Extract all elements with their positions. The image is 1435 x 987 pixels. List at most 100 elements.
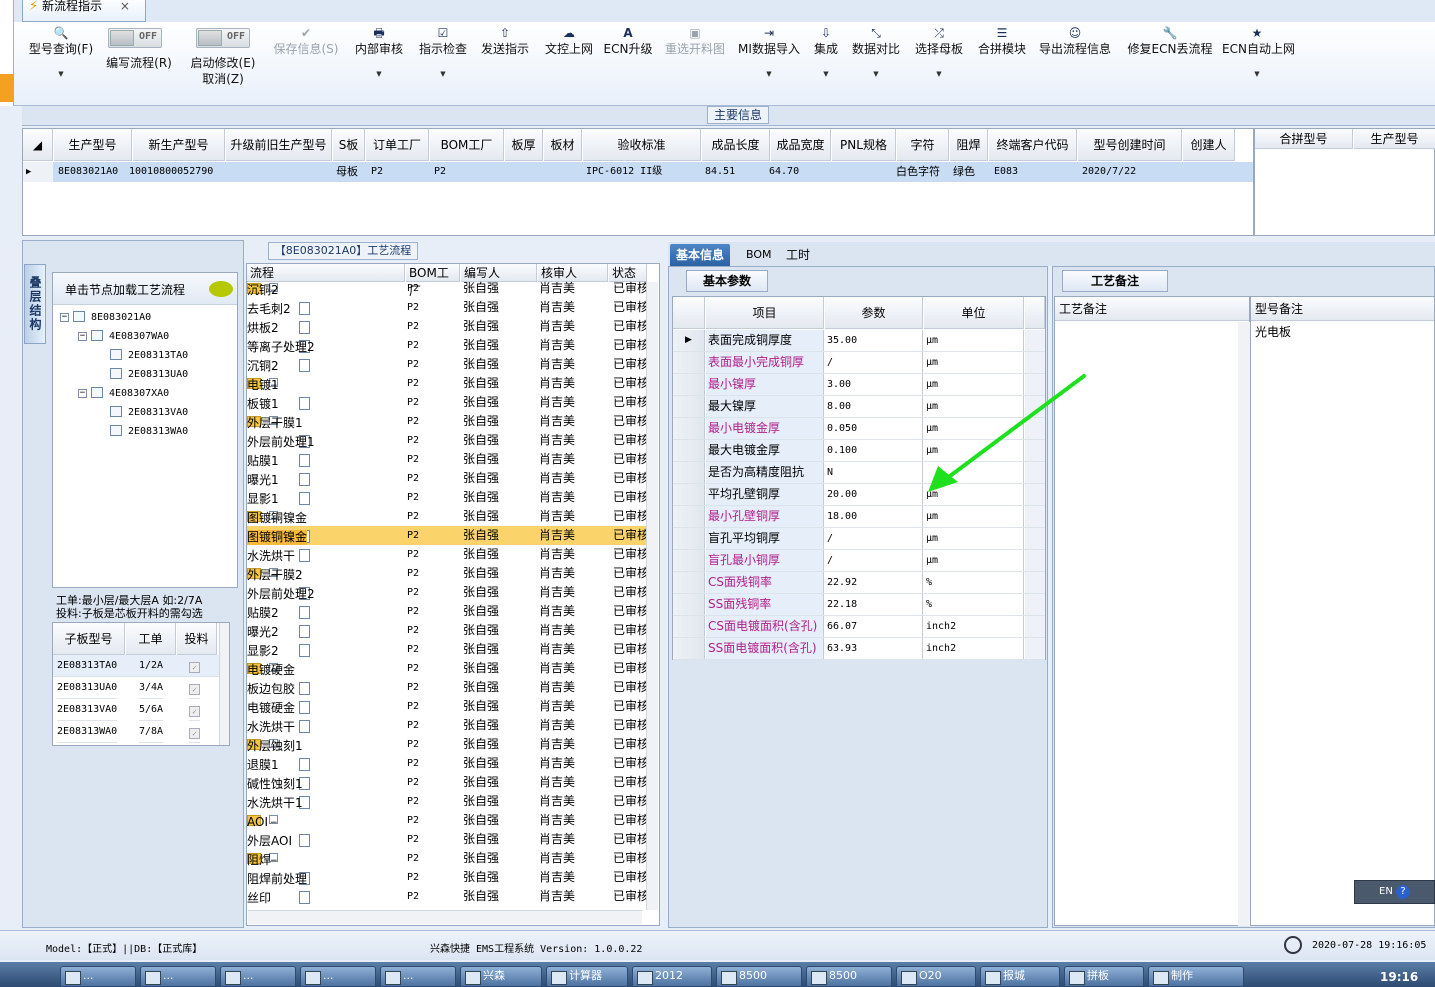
- param-row[interactable]: SS面电镀面积(含孔) 63.93 inch2: [673, 638, 1045, 660]
- chevron-down-icon[interactable]: ▼: [810, 70, 842, 78]
- param-row[interactable]: 盲孔平均铜厚 / μm: [673, 528, 1045, 550]
- process-row[interactable]: 贴膜2 P2 张自强 肖吉美 已审核: [247, 602, 649, 621]
- chevron-down-icon[interactable]: ▼: [736, 70, 802, 78]
- process-row[interactable]: 水洗烘干 P2 张自强 肖吉美 已审核: [247, 716, 649, 735]
- col-header[interactable]: 投料: [177, 623, 217, 655]
- table-cell[interactable]: 3/4A: [139, 677, 164, 699]
- col-header[interactable]: 板材: [544, 129, 582, 161]
- process-row[interactable]: 烘板2 P2 张自强 肖吉美 已审核: [247, 317, 649, 336]
- checkbox[interactable]: ✓: [189, 721, 200, 743]
- reselect-cutting-button[interactable]: ▣ 重选开料图: [662, 22, 728, 106]
- process-row[interactable]: 水洗烘干1 P2 张自强 肖吉美 已审核: [247, 792, 649, 811]
- tree-node[interactable]: 2E08313TA0: [110, 349, 188, 362]
- row-selector[interactable]: ▶: [673, 330, 705, 351]
- col-header[interactable]: 终端客户代码: [989, 129, 1077, 161]
- process-row[interactable]: − 图镀铜镍金 P2 张自强 肖吉美 已审核: [247, 507, 649, 526]
- chevron-down-icon[interactable]: ▼: [850, 70, 902, 78]
- select-mother-board-button[interactable]: ⤮ 选择母板 ▼: [912, 22, 966, 106]
- row-selector[interactable]: [673, 352, 705, 373]
- table-cell[interactable]: 2E08313WA0: [57, 721, 118, 743]
- stackup-vertical-tab[interactable]: 叠层结构: [24, 264, 46, 344]
- row-selector[interactable]: [673, 418, 705, 439]
- process-row[interactable]: − 沉铜2 P2 张自强 肖吉美 已审核: [247, 279, 649, 298]
- row-selector[interactable]: [673, 550, 705, 571]
- param-row[interactable]: SS面残铜率 22.18%: [673, 594, 1045, 616]
- taskbar-button[interactable]: 拼板: [1064, 966, 1144, 987]
- ecn-auto-online-button[interactable]: ★ ECN自动上网 ▼: [1222, 22, 1295, 106]
- col-header[interactable]: 成品宽度: [771, 129, 831, 161]
- notes-scrollbar[interactable]: [1238, 322, 1250, 926]
- col-header[interactable]: 升级前旧生产型号: [226, 129, 332, 161]
- table-cell[interactable]: 母板: [333, 162, 365, 182]
- data-compare-button[interactable]: ⤡ 数据对比 ▼: [850, 22, 902, 106]
- col-header[interactable]: 阻焊: [950, 129, 988, 161]
- mi-data-import-button[interactable]: ⇥ MI数据导入 ▼: [736, 22, 802, 106]
- col-header[interactable]: 单位: [924, 297, 1024, 329]
- process-row[interactable]: − AOI P2 张自强 肖吉美 已审核: [247, 811, 649, 830]
- row-selector[interactable]: [673, 462, 705, 483]
- process-row[interactable]: 阻焊前处理 P2 张自强 肖吉美 已审核: [247, 868, 649, 887]
- process-row[interactable]: − 外层蚀刻1 P2 张自强 肖吉美 已审核: [247, 735, 649, 754]
- checkbox[interactable]: ✓: [189, 677, 200, 699]
- table-cell[interactable]: 绿色: [950, 162, 988, 182]
- row-selector[interactable]: [673, 616, 705, 637]
- process-row[interactable]: 贴膜1 P2 张自强 肖吉美 已审核: [247, 450, 649, 469]
- col-header[interactable]: 生产型号: [54, 129, 132, 161]
- integrate-button[interactable]: ⇩ 集成 ▼: [810, 22, 842, 106]
- export-flow-info-button[interactable]: ☺ 导出流程信息: [1036, 22, 1114, 106]
- process-hscrollbar[interactable]: [248, 910, 642, 924]
- table-cell[interactable]: 5/6A: [139, 699, 164, 721]
- table-cell[interactable]: 8E083021A0: [55, 162, 133, 182]
- repair-ecn-flow-button[interactable]: 🔧 修复ECN丢流程: [1126, 22, 1214, 106]
- param-row[interactable]: CS面电镀面积(含孔) 66.07 inch2: [673, 616, 1045, 638]
- chevron-down-icon[interactable]: ▼: [1222, 70, 1292, 78]
- row-selector[interactable]: [673, 638, 705, 659]
- language-bar[interactable]: EN ?: [1354, 880, 1435, 904]
- taskbar-button[interactable]: ...: [300, 966, 376, 987]
- chevron-down-icon[interactable]: ▼: [912, 70, 966, 78]
- param-row[interactable]: CS面残铜率 22.92%: [673, 572, 1045, 594]
- process-row[interactable]: − 外层干膜2 P2 张自强 肖吉美 已审核: [247, 564, 649, 583]
- col-header[interactable]: 合拼型号: [1255, 129, 1353, 149]
- col-header[interactable]: 新生产型号: [133, 129, 225, 161]
- process-scrollbar[interactable]: [646, 282, 658, 910]
- process-row[interactable]: 退膜1 P2 张自强 肖吉美 已审核: [247, 754, 649, 773]
- merge-module-button[interactable]: ☰ 合拼模块: [976, 22, 1028, 106]
- row-selector[interactable]: [673, 594, 705, 615]
- taskbar-button[interactable]: 8500: [716, 966, 802, 987]
- taskbar-button[interactable]: ...: [220, 966, 296, 987]
- col-header[interactable]: BOM工厂: [430, 129, 504, 161]
- taskbar-button[interactable]: 计算器: [546, 966, 628, 987]
- tab-bom[interactable]: BOM: [740, 244, 778, 266]
- tree-node[interactable]: 2E08313WA0: [110, 425, 188, 438]
- instruction-check-button[interactable]: ☑ 指示检查 ▼: [414, 22, 472, 106]
- process-row[interactable]: 电镀硬金 P2 张自强 肖吉美 已审核: [247, 697, 649, 716]
- start-modify-switch[interactable]: OFF: [196, 28, 250, 48]
- process-row[interactable]: 等离子处理2 P2 张自强 肖吉美 已审核: [247, 336, 649, 355]
- taskbar-button[interactable]: O20: [896, 966, 976, 987]
- table-cell[interactable]: P2: [431, 162, 501, 182]
- row-selector[interactable]: [673, 484, 705, 505]
- table-cell[interactable]: 2E08313UA0: [57, 677, 118, 699]
- taskbar-button[interactable]: 报城: [980, 966, 1060, 987]
- tree-node[interactable]: 2E08313UA0: [110, 368, 188, 381]
- tree-node[interactable]: −4E08307WA0: [78, 330, 169, 343]
- row-selector[interactable]: [673, 572, 705, 593]
- model-notes-box[interactable]: 型号备注 光电板: [1250, 296, 1435, 926]
- col-header[interactable]: 字符: [897, 129, 949, 161]
- param-row[interactable]: 盲孔最小铜厚 / μm: [673, 550, 1045, 572]
- taskbar-button[interactable]: 兴森: [460, 966, 542, 987]
- table-cell[interactable]: 2020/7/22: [1079, 162, 1179, 182]
- table-cell[interactable]: 7/8A: [139, 721, 164, 743]
- edit-flow-toggle[interactable]: OFF 编写流程(R): [102, 22, 176, 106]
- taskbar-button[interactable]: 2012: [632, 966, 712, 987]
- model-query-button[interactable]: 🔍 型号查询(F) ▼: [26, 22, 96, 106]
- process-row[interactable]: 图镀铜镍金 P2 张自强 肖吉美 已审核: [247, 526, 649, 545]
- table-cell[interactable]: 84.51: [702, 162, 770, 182]
- col-header[interactable]: 订单工厂: [366, 129, 429, 161]
- row-selector[interactable]: [673, 440, 705, 461]
- process-notes-tab[interactable]: 工艺备注: [1062, 270, 1168, 292]
- chevron-down-icon[interactable]: ▼: [414, 70, 472, 78]
- edit-flow-switch[interactable]: OFF: [108, 28, 162, 48]
- param-row[interactable]: ▶ 表面完成铜厚度 35.00 μm: [673, 330, 1045, 352]
